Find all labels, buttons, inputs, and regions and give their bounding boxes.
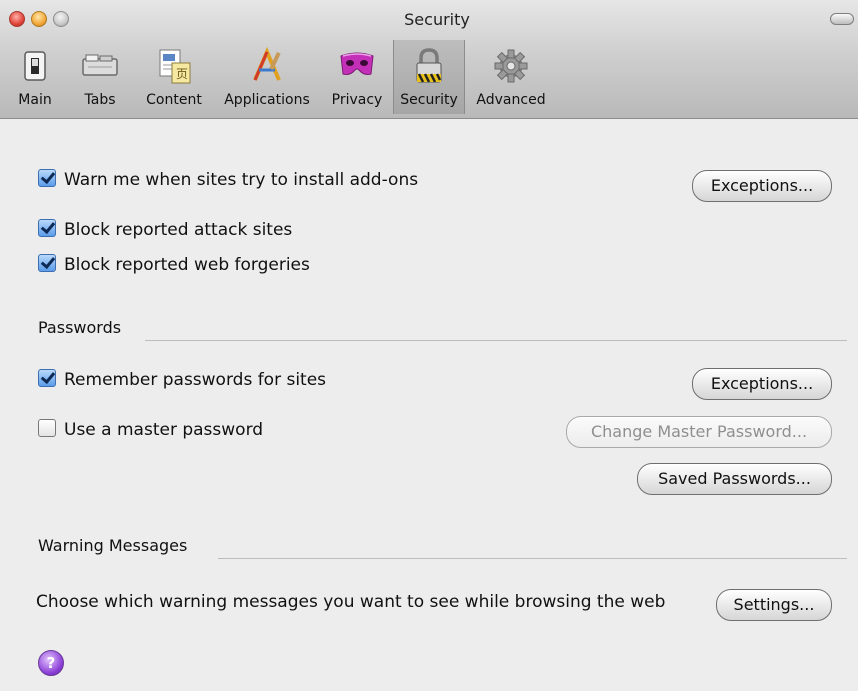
saved-passwords-button[interactable]: Saved Passwords... bbox=[637, 463, 832, 495]
applications-icon bbox=[247, 46, 287, 86]
remember-passwords-row: Remember passwords for sites bbox=[38, 369, 327, 396]
tab-main-label: Main bbox=[18, 92, 52, 108]
tab-privacy-label: Privacy bbox=[331, 92, 383, 108]
tab-tabs[interactable]: Tabs bbox=[76, 40, 124, 114]
tab-security[interactable]: Security bbox=[393, 40, 465, 114]
toolbar-toggle-button[interactable] bbox=[830, 13, 854, 25]
remember-passwords-label: Remember passwords for sites bbox=[64, 370, 327, 390]
remember-passwords-checkbox[interactable] bbox=[38, 369, 56, 387]
passwords-heading: Passwords bbox=[38, 318, 122, 337]
warn-addons-label: Warn me when sites try to install add-on… bbox=[64, 170, 419, 190]
block-attack-label: Block reported attack sites bbox=[64, 220, 293, 240]
block-forgeries-checkbox[interactable] bbox=[38, 254, 56, 272]
block-forgeries-row: Block reported web forgeries bbox=[38, 254, 310, 281]
window-title: Security bbox=[404, 10, 470, 29]
passwords-divider bbox=[145, 340, 847, 341]
svg-text:页: 页 bbox=[176, 67, 188, 81]
help-button[interactable]: ? bbox=[38, 650, 64, 676]
warning-messages-heading: Warning Messages bbox=[38, 536, 188, 555]
tab-main[interactable]: Main bbox=[13, 40, 57, 114]
warn-addons-checkbox[interactable] bbox=[38, 169, 56, 187]
block-attack-checkbox[interactable] bbox=[38, 219, 56, 237]
tab-applications[interactable]: Applications bbox=[218, 40, 316, 114]
warning-settings-button[interactable]: Settings... bbox=[716, 589, 832, 621]
switch-icon bbox=[15, 46, 55, 86]
mask-icon bbox=[337, 46, 377, 86]
padlock-icon bbox=[409, 46, 449, 86]
passwords-exceptions-button[interactable]: Exceptions... bbox=[692, 368, 832, 400]
master-password-checkbox[interactable] bbox=[38, 419, 56, 437]
tab-tabs-label: Tabs bbox=[84, 92, 116, 108]
preferences-window: Security Main Tabs 页 Content Application… bbox=[0, 0, 858, 691]
tab-security-label: Security bbox=[400, 92, 458, 108]
tab-content-label: Content bbox=[146, 92, 202, 108]
tabs-icon bbox=[80, 46, 120, 86]
content-icon: 页 bbox=[154, 46, 194, 86]
tab-advanced-label: Advanced bbox=[476, 92, 546, 108]
tab-content[interactable]: 页 Content bbox=[140, 40, 208, 114]
tab-privacy[interactable]: Privacy bbox=[328, 40, 386, 114]
addons-exceptions-button[interactable]: Exceptions... bbox=[692, 170, 832, 202]
block-attack-row: Block reported attack sites bbox=[38, 219, 293, 246]
tab-advanced[interactable]: Advanced bbox=[472, 40, 550, 114]
master-password-label: Use a master password bbox=[64, 420, 264, 440]
warning-messages-divider bbox=[218, 558, 847, 559]
toolbar: Security Main Tabs 页 Content Application… bbox=[0, 0, 858, 119]
tab-applications-label: Applications bbox=[224, 92, 310, 108]
change-master-password-button[interactable]: Change Master Password... bbox=[566, 416, 832, 448]
block-forgeries-label: Block reported web forgeries bbox=[64, 255, 310, 275]
master-password-row: Use a master password bbox=[38, 419, 264, 446]
warning-messages-text: Choose which warning messages you want t… bbox=[36, 592, 666, 612]
warn-addons-row: Warn me when sites try to install add-on… bbox=[38, 169, 419, 196]
gear-icon bbox=[491, 46, 531, 86]
